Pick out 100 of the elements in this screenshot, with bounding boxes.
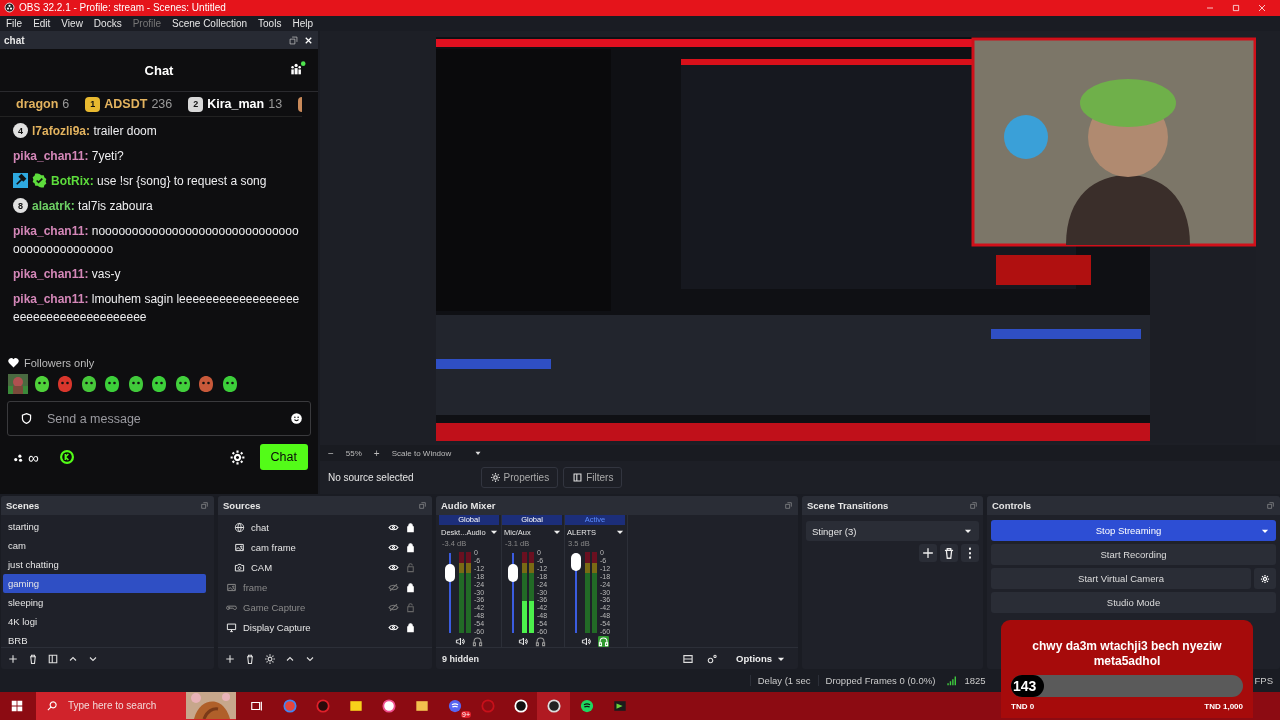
scene-item[interactable]: gaming — [3, 574, 206, 594]
leaderboard-count: 236 — [151, 97, 173, 112]
emote-icon[interactable] — [102, 374, 122, 395]
plus-icon[interactable] — [7, 652, 19, 665]
headphones-icon[interactable] — [472, 636, 483, 648]
source-name[interactable]: CAM — [251, 561, 382, 573]
taskbar-button[interactable] — [537, 692, 570, 720]
window-title: OBS 32.2.1 - Profile: stream - Scenes: Untitled — [19, 2, 226, 14]
scene-item[interactable]: starting — [3, 517, 206, 537]
float-icon[interactable] — [288, 34, 299, 46]
source-name[interactable]: cam frame — [251, 541, 382, 553]
layout-icon[interactable] — [682, 652, 695, 665]
panel-icon — [572, 472, 584, 484]
emote-icon[interactable] — [55, 374, 75, 395]
source-name[interactable]: Display Capture — [243, 621, 382, 633]
menu-item[interactable]: Edit — [33, 18, 51, 30]
unlock-icon[interactable] — [405, 561, 416, 573]
menu-item[interactable]: Scene Collection — [172, 18, 248, 30]
selection-status: No source selected — [328, 472, 414, 484]
camera-icon — [234, 561, 245, 573]
settings-button[interactable] — [1254, 568, 1276, 590]
signal-icon — [946, 675, 958, 687]
menu-item[interactable]: File — [6, 18, 23, 30]
control-button[interactable]: Stop Streaming — [991, 520, 1276, 542]
control-button[interactable]: Start Recording — [991, 544, 1276, 566]
app-icon — [315, 699, 330, 713]
float-icon[interactable] — [418, 501, 427, 511]
lock-icon[interactable] — [405, 541, 416, 553]
slider-thumb[interactable] — [445, 564, 455, 583]
taskbar-search[interactable]: Type here to search — [36, 692, 236, 720]
source-name[interactable]: frame — [243, 581, 382, 593]
scene-item[interactable]: 4K logi — [3, 612, 206, 632]
unlock-icon[interactable] — [405, 601, 416, 613]
search-field[interactable]: Type here to search — [66, 699, 178, 713]
float-icon[interactable] — [1266, 501, 1275, 511]
source-name[interactable]: chat — [251, 521, 382, 533]
trash-icon[interactable] — [27, 652, 39, 665]
chat-message: pika_chan11: vas-y — [13, 266, 121, 284]
plus-icon[interactable] — [224, 652, 236, 665]
properties-button[interactable]: Properties — [480, 467, 559, 489]
menu-item[interactable]: Docks — [93, 18, 122, 30]
scene-item[interactable]: BRB — [3, 631, 206, 648]
ring-icon — [480, 699, 495, 713]
scene-item[interactable]: sleeping — [3, 593, 206, 613]
app-icon — [513, 699, 528, 713]
eye-slash-icon[interactable] — [388, 601, 399, 613]
zoom-in-button[interactable]: + — [373, 447, 380, 459]
options-button[interactable]: Options — [730, 652, 792, 666]
menu-item[interactable]: View — [61, 18, 83, 30]
rank-badge: 8 — [13, 198, 28, 214]
float-icon[interactable] — [200, 501, 209, 511]
control-button[interactable]: Studio Mode — [991, 592, 1276, 614]
scene-item[interactable]: just chatting — [3, 555, 206, 575]
lock-icon[interactable] — [405, 521, 416, 533]
settings-icon[interactable] — [264, 652, 276, 665]
float-icon[interactable] — [969, 501, 978, 511]
folder-icon — [414, 699, 429, 713]
windows-start-icon[interactable] — [10, 699, 24, 713]
menu-item[interactable]: Help — [292, 18, 313, 30]
lock-icon[interactable] — [405, 621, 416, 633]
control-button[interactable]: Start Virtual Camera — [991, 568, 1251, 590]
speaker-icon[interactable] — [455, 636, 466, 648]
cogs-icon[interactable] — [706, 652, 719, 665]
kebab-icon[interactable] — [961, 544, 979, 563]
transition-dropdown[interactable]: Stinger (3) — [806, 521, 979, 542]
panel-icon[interactable] — [47, 652, 59, 665]
globe-icon — [234, 521, 245, 533]
k-logo-icon[interactable] — [58, 449, 75, 466]
filters-button[interactable]: Filters — [563, 467, 623, 489]
followers-only-label: Followers only — [24, 356, 95, 369]
plus-icon[interactable] — [919, 544, 937, 563]
trash-icon[interactable] — [940, 544, 958, 563]
speaker-icon[interactable] — [518, 636, 529, 648]
chat-message: pika_chan11: lmouhem sagin leeeeeeeeeeeeeeeeeeeeeeeeeeeeeeeeeeeeee — [13, 291, 301, 327]
scene-item[interactable]: cam — [3, 536, 206, 556]
app-icon — [546, 699, 561, 713]
rank-badge: 2 — [188, 96, 204, 112]
chat-message: pika_chan11: 7yeti? — [13, 148, 124, 166]
points-count: ∞ — [28, 448, 39, 466]
scale-dropdown[interactable]: Scale to Window — [391, 448, 484, 459]
smiley-icon[interactable] — [290, 412, 303, 426]
lock-icon[interactable] — [405, 581, 416, 593]
source-name[interactable]: Game Capture — [243, 601, 382, 613]
zoom-out-button[interactable]: − — [328, 447, 334, 459]
menu-item[interactable]: Tools — [258, 18, 282, 30]
emote-icon[interactable] — [196, 374, 216, 395]
emote-icon[interactable] — [149, 374, 169, 395]
shield-icon[interactable] — [20, 412, 33, 426]
hidden-count[interactable]: 9 hidden — [442, 653, 479, 664]
chat-send-button[interactable]: Chat — [259, 444, 308, 471]
eye-slash-icon[interactable] — [388, 581, 399, 593]
slider-thumb[interactable] — [571, 552, 581, 571]
heart-icon — [7, 356, 20, 370]
slider-thumb[interactable] — [508, 564, 518, 583]
float-icon[interactable] — [784, 501, 793, 511]
message-input[interactable]: Send a message — [7, 401, 311, 437]
message-field[interactable]: Send a message — [45, 410, 278, 427]
headphones-icon[interactable] — [535, 636, 546, 648]
speaker-icon[interactable] — [581, 636, 592, 648]
trash-icon[interactable] — [244, 652, 256, 665]
